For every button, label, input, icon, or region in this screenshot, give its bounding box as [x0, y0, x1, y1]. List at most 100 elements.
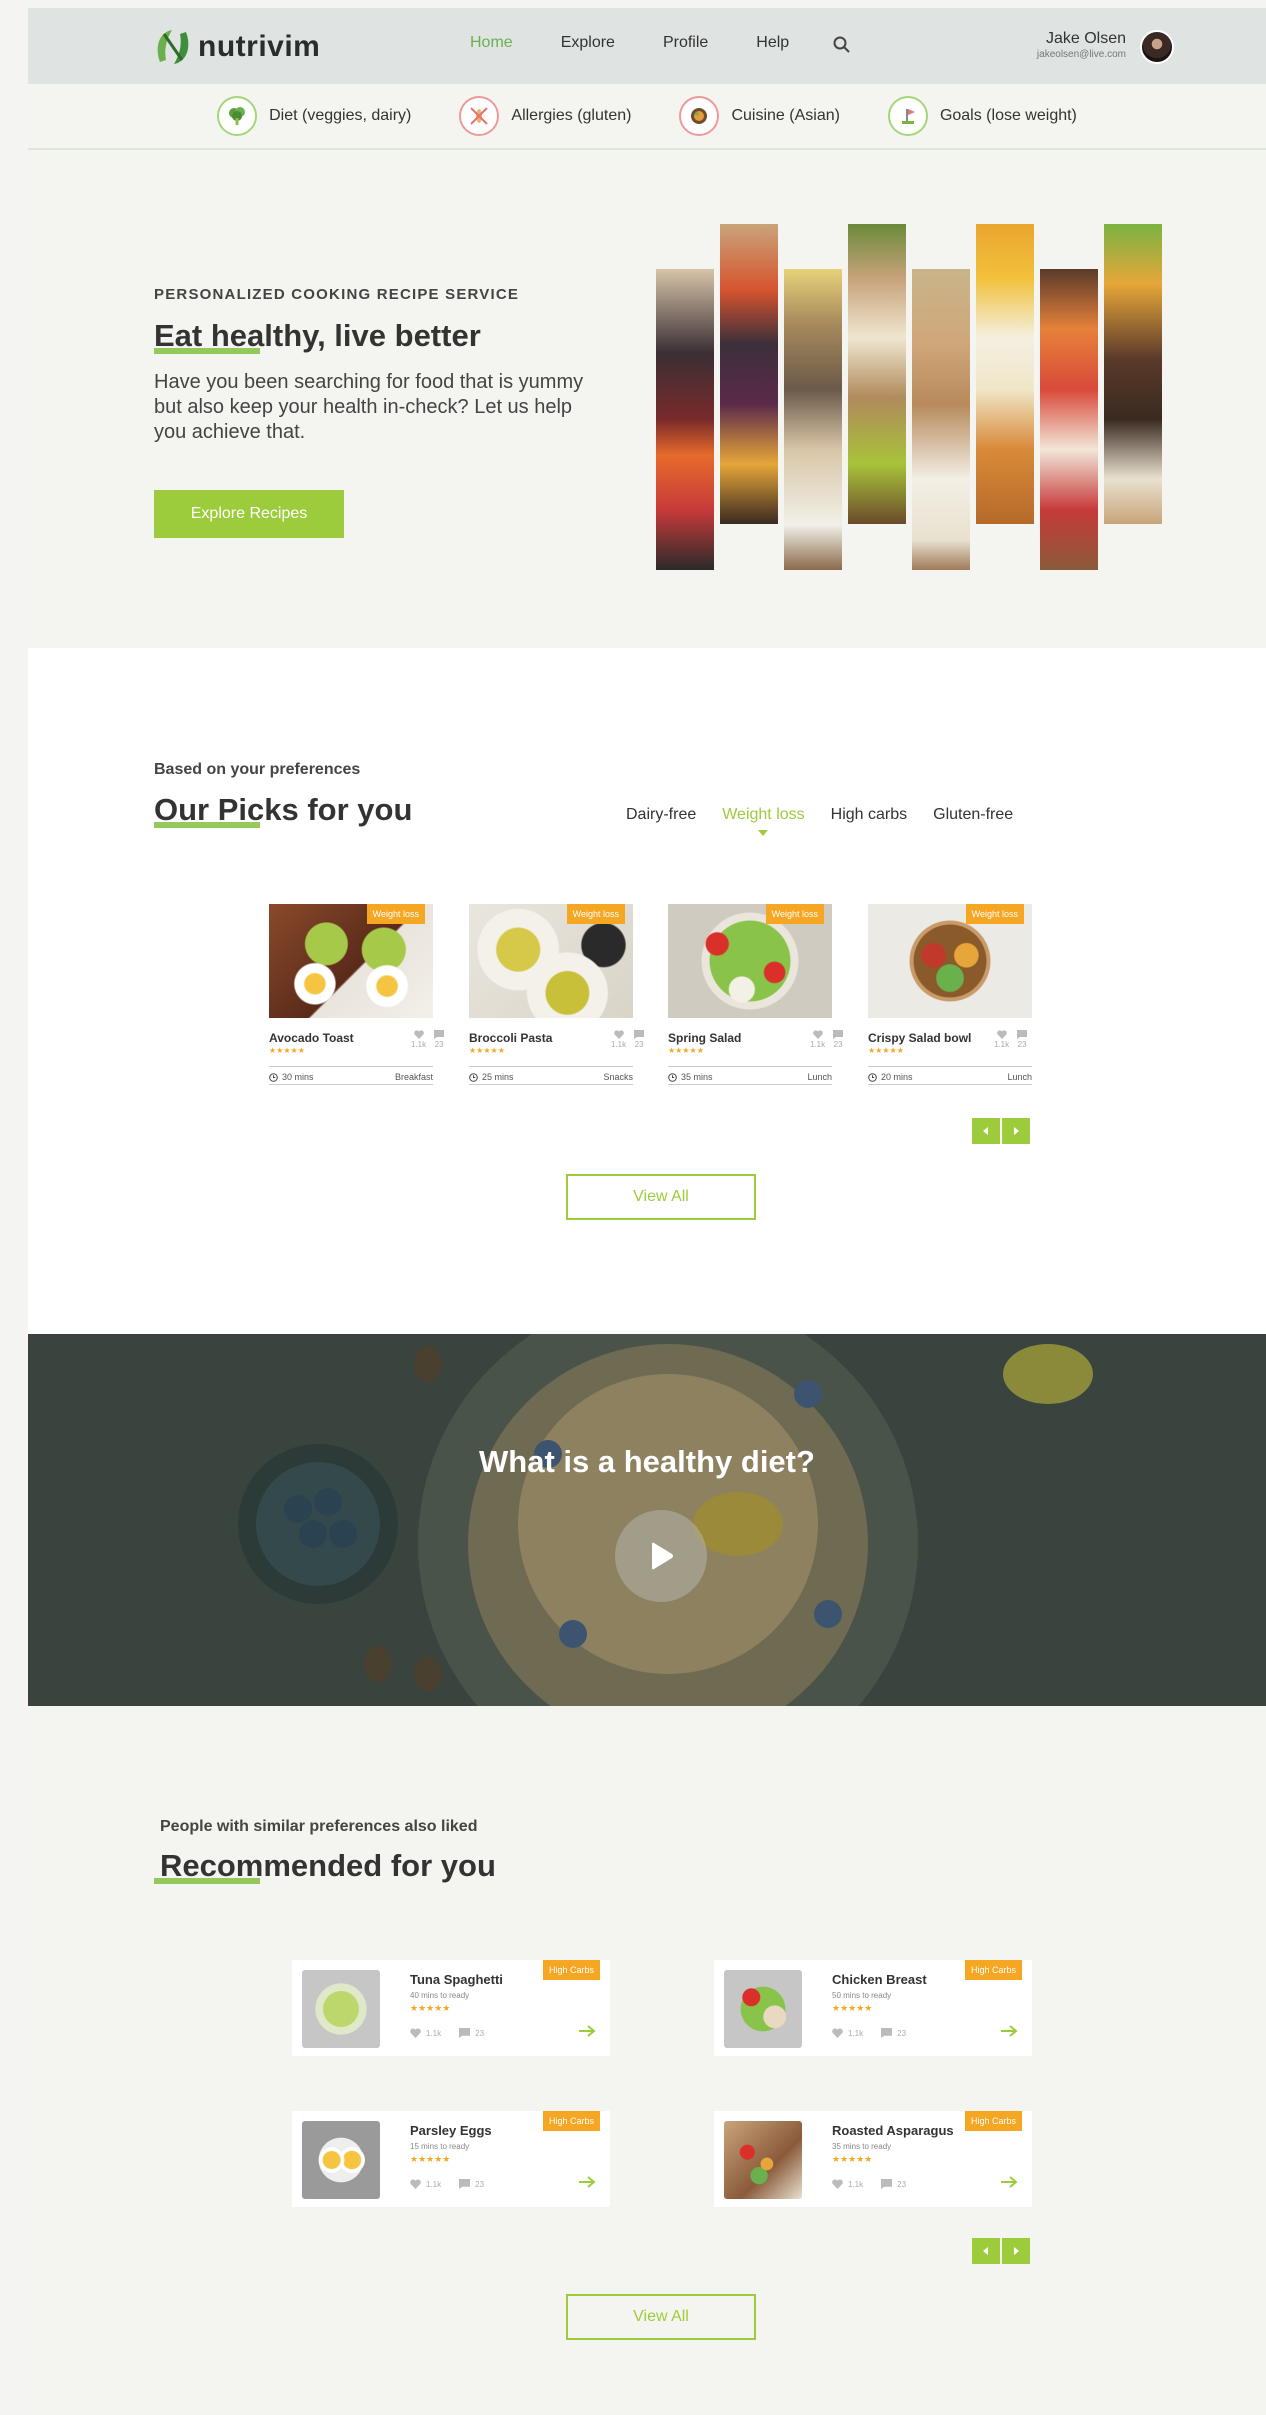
food-strip: [848, 224, 906, 524]
badge: High Carbs: [542, 2111, 600, 2131]
comments-stat[interactable]: 23: [881, 2028, 906, 2038]
heart-icon: [832, 2179, 843, 2189]
comments-stat[interactable]: 23: [1017, 1030, 1028, 1049]
comments-stat[interactable]: 23: [459, 2028, 484, 2038]
arrow-right-icon[interactable]: [578, 2024, 596, 2038]
likes-stat[interactable]: 1.1k: [411, 1030, 426, 1049]
comment-icon: [881, 2179, 893, 2189]
search-icon[interactable]: [832, 35, 852, 55]
badge: High Carbs: [964, 2111, 1022, 2131]
recipe-card[interactable]: Weight loss Broccoli Pasta ★★★★★ 1.1k 23…: [469, 904, 645, 1094]
likes-stat[interactable]: 1.1k: [410, 2179, 441, 2189]
divider: [868, 1084, 1032, 1085]
recommended-card[interactable]: High Carbs Roasted Asparagus 35 mins to …: [714, 2111, 1032, 2207]
comments-stat[interactable]: 23: [833, 1030, 844, 1049]
avatar[interactable]: [1140, 30, 1174, 64]
explore-recipes-button[interactable]: Explore Recipes: [154, 490, 344, 538]
tab-gluten-free[interactable]: Gluten-free: [933, 806, 1013, 824]
arrow-right-icon[interactable]: [1000, 2024, 1018, 2038]
hero-text: Have you been searching for food that is…: [154, 371, 584, 443]
comments-stat[interactable]: 23: [634, 1030, 645, 1049]
rating-stars: ★★★★★: [469, 1046, 505, 1055]
clock-icon: [668, 1072, 677, 1082]
pref-allergies[interactable]: Allergies (gluten): [459, 96, 631, 136]
tab-weight-loss[interactable]: Weight loss: [722, 806, 805, 836]
comments-count: 23: [1017, 1040, 1027, 1049]
pref-goals[interactable]: Goals (lose weight): [887, 96, 1077, 136]
likes-stat[interactable]: 1.1k: [611, 1030, 626, 1049]
recipe-card[interactable]: Weight loss Crispy Salad bowl ★★★★★ 1.1k…: [868, 904, 1032, 1094]
meal-category: Breakfast: [394, 1072, 433, 1082]
recipe-image: [302, 1970, 380, 2048]
card-stats: 1.1k 23: [832, 2179, 906, 2189]
next-button[interactable]: [1002, 2238, 1030, 2264]
divider: [668, 1084, 832, 1085]
recommended-card[interactable]: High Carbs Chicken Breast 50 mins to rea…: [714, 1960, 1032, 2056]
nav-profile[interactable]: Profile: [663, 34, 708, 52]
meal-category: Lunch: [1007, 1072, 1032, 1082]
caret-right-icon: [1014, 1127, 1019, 1135]
food-strip: [1104, 224, 1162, 524]
arrow-right-icon[interactable]: [578, 2175, 596, 2189]
recipe-title: Spring Salad: [668, 1031, 742, 1045]
comments-count: 23: [475, 2179, 485, 2189]
pref-diet[interactable]: Diet (veggies, dairy): [217, 96, 411, 136]
rating-stars: ★★★★★: [410, 2003, 451, 2013]
recommended-card[interactable]: High Carbs Tuna Spaghetti 40 mins to rea…: [292, 1960, 610, 2056]
food-strip: [1040, 269, 1098, 570]
likes-count: 1.1k: [848, 2028, 864, 2038]
prev-button[interactable]: [972, 2238, 1000, 2264]
food-strip: [976, 224, 1034, 524]
likes-count: 1.1k: [848, 2179, 864, 2189]
play-button[interactable]: [615, 1510, 707, 1602]
comment-icon: [459, 2179, 471, 2189]
user-name[interactable]: Jake Olsen: [1046, 30, 1126, 48]
cook-time-label: 30 mins: [282, 1072, 314, 1082]
picks-title: Our Picks for you: [154, 792, 413, 827]
view-all-picks-button[interactable]: View All: [566, 1174, 756, 1220]
view-all-recommended-button[interactable]: View All: [566, 2294, 756, 2340]
comments-stat[interactable]: 23: [459, 2179, 484, 2189]
prev-button[interactable]: [972, 1118, 1000, 1144]
recipe-card[interactable]: Weight loss Spring Salad ★★★★★ 1.1k 23 3…: [668, 904, 844, 1094]
recommended-card[interactable]: High Carbs Parsley Eggs 15 mins to ready…: [292, 2111, 610, 2207]
badge: Weight loss: [965, 904, 1024, 924]
likes-stat[interactable]: 1.1k: [810, 1030, 825, 1049]
arrow-right-icon[interactable]: [1000, 2175, 1018, 2189]
ready-time: 35 mins to ready: [832, 2142, 892, 2151]
preferences-bar: Diet (veggies, dairy) Allergies (gluten)…: [28, 84, 1266, 150]
nav-help[interactable]: Help: [756, 34, 789, 52]
comment-icon: [434, 1030, 445, 1039]
tab-high-carbs[interactable]: High carbs: [831, 806, 907, 824]
likes-stat[interactable]: 1.1k: [832, 2028, 863, 2038]
comments-stat[interactable]: 23: [434, 1030, 445, 1049]
badge: Weight loss: [566, 904, 625, 924]
recipe-card[interactable]: Weight loss Avocado Toast ★★★★★ 1.1k 23 …: [269, 904, 445, 1094]
likes-stat[interactable]: 1.1k: [832, 2179, 863, 2189]
meal-category: Lunch: [807, 1072, 832, 1082]
comments-count: 23: [475, 2028, 485, 2038]
likes-stat[interactable]: 1.1k: [410, 2028, 441, 2038]
food-strip: [720, 224, 778, 524]
card-stats: 1.1k 23: [810, 1030, 844, 1049]
comment-icon: [1017, 1030, 1028, 1039]
recipe-title: Roasted Asparagus: [832, 2123, 954, 2138]
recommended-kicker: People with similar preferences also lik…: [160, 1818, 478, 1835]
caret-left-icon: [983, 2247, 988, 2255]
next-button[interactable]: [1002, 1118, 1030, 1144]
heart-icon: [996, 1030, 1007, 1039]
brand-logo[interactable]: nutrivim: [152, 26, 320, 68]
nav-explore[interactable]: Explore: [561, 34, 615, 52]
food-strip: [656, 269, 714, 570]
comments-stat[interactable]: 23: [881, 2179, 906, 2189]
comments-count: 23: [897, 2179, 907, 2189]
leaf-logo-icon: [157, 30, 189, 64]
nav-home[interactable]: Home: [470, 34, 513, 52]
likes-stat[interactable]: 1.1k: [994, 1030, 1009, 1049]
heart-icon: [410, 2028, 421, 2038]
tab-dairy-free[interactable]: Dairy-free: [626, 806, 696, 824]
video-banner[interactable]: What is a healthy diet?: [28, 1334, 1266, 1706]
pref-cuisine[interactable]: Cuisine (Asian): [679, 96, 840, 136]
video-title: What is a healthy diet?: [479, 1444, 815, 1479]
food-strip: [912, 269, 970, 570]
